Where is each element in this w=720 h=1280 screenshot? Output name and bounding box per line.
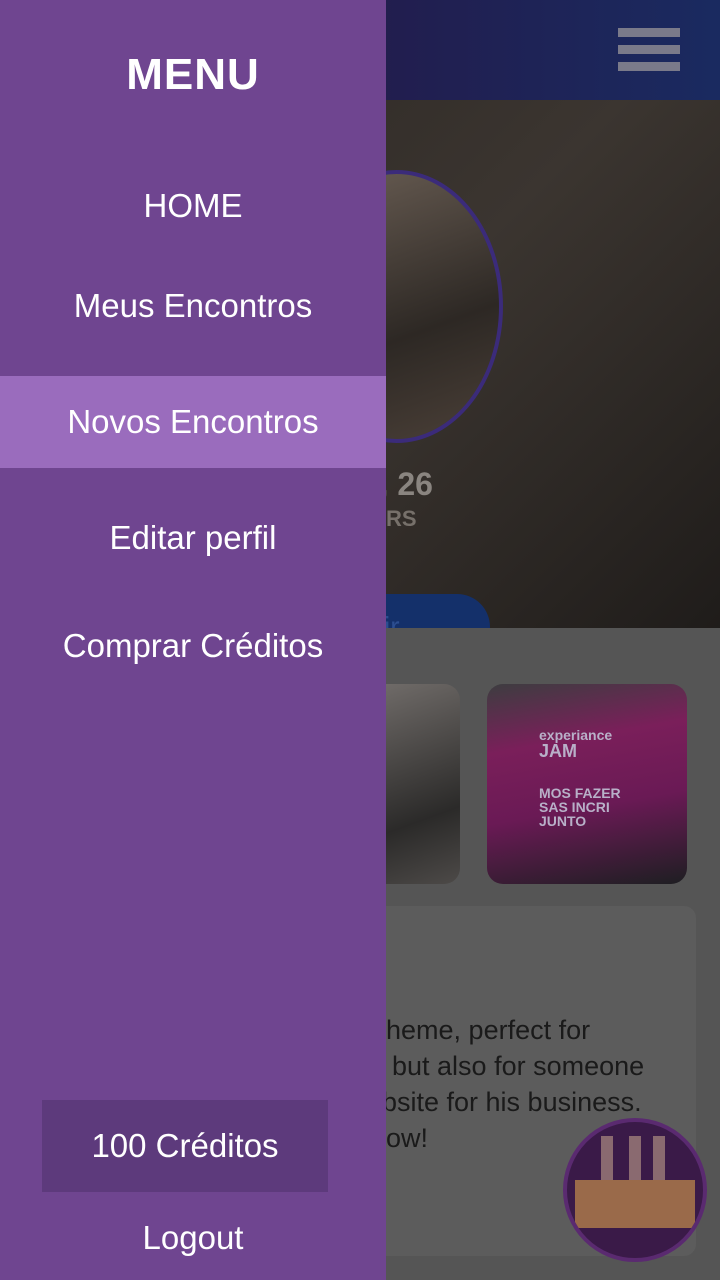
photo-banner-text: experiance JAM MOS FAZER SAS INCRI JUNTO [539, 727, 621, 829]
menu-item-novos-encontros[interactable]: Novos Encontros [0, 376, 386, 468]
logout-button[interactable]: Logout [0, 1208, 386, 1268]
profile-location: RS [386, 506, 417, 531]
menu-item-comprar-creditos[interactable]: Comprar Créditos [0, 616, 386, 676]
hamburger-menu-icon[interactable] [618, 28, 680, 72]
menu-title: MENU [126, 50, 260, 99]
credits-balance[interactable]: 100 Créditos [42, 1100, 328, 1192]
celebration-table-icon[interactable] [563, 1118, 707, 1262]
menu-item-editar-perfil[interactable]: Editar perfil [0, 508, 386, 568]
menu-item-meus-encontros[interactable]: Meus Encontros [0, 276, 386, 336]
gallery-photo[interactable]: experiance JAM MOS FAZER SAS INCRI JUNTO [487, 684, 687, 884]
navigation-drawer: MENU HOME Meus Encontros Novos Encontros… [0, 0, 386, 1280]
menu-item-home[interactable]: HOME [0, 176, 386, 236]
